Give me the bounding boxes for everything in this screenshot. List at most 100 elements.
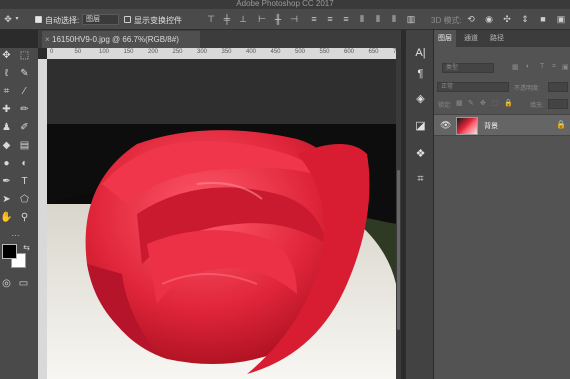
eyedropper-tool-icon[interactable]: ⁄ (18, 86, 31, 98)
align-left-icon[interactable]: ⊢ (257, 14, 267, 24)
blur-tool-icon[interactable]: ● (0, 158, 13, 170)
align-right-icon[interactable]: ⊣ (289, 14, 299, 24)
align-vcenter-icon[interactable]: ╪ (222, 14, 232, 24)
layers-panel-tabs: 图层 通道 路径 (434, 30, 570, 47)
dodge-tool-icon[interactable]: ◐ (18, 158, 31, 170)
layer-filter-row: 类型 ▦ ◐ T ⌗ ▣ (434, 63, 570, 75)
document-tab-title: 16150HV9-0.jpg @ 66.7%(RGB/8#) (52, 35, 179, 44)
3d-orbit-icon[interactable]: ⟲ (466, 14, 476, 24)
layers-panel-icon[interactable]: ◈ (414, 93, 427, 106)
align-bottom-icon[interactable]: ⊥ (238, 14, 248, 24)
lock-artboard-icon[interactable]: ⬚ (492, 99, 499, 107)
gradient-tool-icon[interactable]: ▤ (18, 140, 31, 152)
3d-camera-icon[interactable]: ▣ (556, 14, 566, 24)
zoom-tool-icon[interactable]: ⚲ (18, 212, 31, 224)
distribute-right-icon[interactable]: ⦀ (389, 14, 399, 24)
layer-row[interactable]: 👁 背景 🔒 (434, 114, 570, 136)
3d-roll-icon[interactable]: ◉ (484, 14, 494, 24)
filter-kind-value: 类型 (446, 65, 459, 71)
ruler-tick-label: 300 (197, 49, 208, 55)
ruler-tick-label: 150 (123, 49, 134, 55)
document-tab[interactable]: × 16150HV9-0.jpg @ 66.7%(RGB/8#) (42, 31, 200, 48)
path-select-tool-icon[interactable]: ➤ (0, 194, 13, 206)
stamp-tool-icon[interactable]: ♟ (0, 122, 13, 134)
more-tools-icon[interactable]: ··· (9, 230, 22, 242)
tab-channels[interactable]: 通道 (460, 30, 482, 47)
lock-pixels-icon[interactable]: ▦ (456, 99, 463, 107)
pen-tool-icon[interactable]: ✒ (0, 176, 13, 188)
tab-layers[interactable]: 图层 (434, 30, 456, 47)
move-tool-icon[interactable]: ✥ (0, 50, 13, 62)
distribute-hcenter-icon[interactable]: ⦀ (373, 14, 383, 24)
chevron-down-icon[interactable]: ▾ (14, 14, 20, 24)
crop-tool-icon[interactable]: ⌗ (0, 86, 13, 98)
crop-panel-icon[interactable]: ⌗ (414, 173, 427, 186)
hand-tool-icon[interactable]: ✋ (0, 212, 13, 224)
adjustments-panel-icon[interactable]: ◪ (414, 120, 427, 133)
filter-shape-icon[interactable]: ⌗ (552, 63, 556, 71)
type-tool-icon[interactable]: T (18, 176, 31, 188)
character-panel-icon[interactable]: A| (414, 47, 427, 60)
foreground-color-swatch[interactable] (2, 244, 17, 259)
blend-mode-dropdown[interactable]: 正常 (437, 82, 509, 92)
ruler-tick-label: 500 (295, 49, 306, 55)
filter-type-icon[interactable]: T (540, 63, 544, 70)
show-transform-checkbox[interactable] (124, 16, 131, 23)
distribute-left-icon[interactable]: ⦀ (357, 14, 367, 24)
history-brush-tool-icon[interactable]: ✐ (18, 122, 31, 134)
align-top-icon[interactable]: ⊤ (206, 14, 216, 24)
visibility-eye-icon[interactable]: 👁 (440, 120, 451, 131)
brush-tool-icon[interactable]: ✏ (18, 104, 31, 116)
shape-tool-icon[interactable]: ⬠ (18, 194, 31, 206)
options-bar: ✥ ▾ 自动选择: 图层 显示变换控件 ⊤ ╪ ⊥ ⊢ ╫ ⊣ ≡ ≡ ≡ ⦀ … (0, 9, 570, 30)
mode-3d-label: 3D 模式: (431, 16, 462, 25)
auto-select-target-value: 图层 (86, 16, 100, 23)
panel-icon-strip: A| ¶ ◈ ◪ ❖ ⌗ (405, 30, 433, 379)
spot-heal-tool-icon[interactable]: ✚ (0, 104, 13, 116)
lasso-tool-icon[interactable]: ℓ (0, 68, 13, 80)
filter-adjust-icon[interactable]: ◐ (526, 63, 530, 70)
filter-kind-dropdown[interactable]: 类型 (442, 63, 494, 73)
lock-paint-icon[interactable]: ✎ (468, 99, 474, 107)
layer-thumbnail (456, 117, 478, 135)
move-icon[interactable]: ✥ (3, 14, 13, 24)
swap-colors-icon[interactable]: ⇆ (20, 242, 33, 254)
ruler-tick-label: 50 (74, 49, 82, 55)
auto-select-checkbox[interactable] (35, 16, 42, 23)
ruler-tick-label: 250 (172, 49, 183, 55)
window-title-bar: Adobe Photoshop CC 2017 (0, 0, 570, 9)
distribute-top-icon[interactable]: ≡ (309, 14, 319, 24)
quick-select-tool-icon[interactable]: ✎ (18, 68, 31, 80)
opacity-field[interactable] (548, 82, 568, 92)
ruler-tick-label: 450 (270, 49, 281, 55)
screen-mode-icon[interactable]: ▭ (17, 278, 30, 290)
document-tab-close-icon[interactable]: × (45, 31, 50, 48)
auto-align-icon[interactable]: ▥ (406, 14, 416, 24)
canvas-scroll-thumb[interactable] (397, 170, 400, 330)
3d-pan-icon[interactable]: ✣ (502, 14, 512, 24)
opacity-label: 不透明度: (514, 86, 540, 92)
marquee-tool-icon[interactable]: ⬚ (18, 50, 31, 62)
auto-select-target-dropdown[interactable]: 图层 (82, 14, 119, 25)
distribute-bottom-icon[interactable]: ≡ (341, 14, 351, 24)
3d-scale-icon[interactable]: ■ (538, 14, 548, 24)
ruler-tick-label: 650 (368, 49, 379, 55)
filter-smart-icon[interactable]: ▣ (562, 63, 569, 71)
distribute-vcenter-icon[interactable]: ≡ (325, 14, 335, 24)
tab-paths[interactable]: 路径 (486, 30, 508, 47)
paragraph-panel-icon[interactable]: ¶ (414, 68, 427, 81)
auto-select-label: 自动选择: (45, 16, 80, 25)
blend-mode-value: 正常 (441, 84, 454, 90)
ruler-tick-label: 100 (99, 49, 110, 55)
filter-pixel-icon[interactable]: ▦ (512, 63, 519, 71)
3d-slide-icon[interactable]: ⇕ (520, 14, 530, 24)
eraser-tool-icon[interactable]: ◆ (0, 140, 13, 152)
swatches-panel-icon[interactable]: ❖ (414, 148, 427, 161)
rose-photo[interactable] (47, 124, 396, 379)
lock-all-icon[interactable]: 🔒 (504, 99, 513, 107)
fill-field[interactable] (548, 99, 568, 109)
quick-mask-icon[interactable]: ◎ (0, 278, 13, 290)
lock-position-icon[interactable]: ✥ (480, 99, 486, 107)
lock-row: 锁定: ▦ ✎ ✥ ⬚ 🔒 填充: (434, 99, 570, 111)
align-hcenter-icon[interactable]: ╫ (273, 14, 283, 24)
